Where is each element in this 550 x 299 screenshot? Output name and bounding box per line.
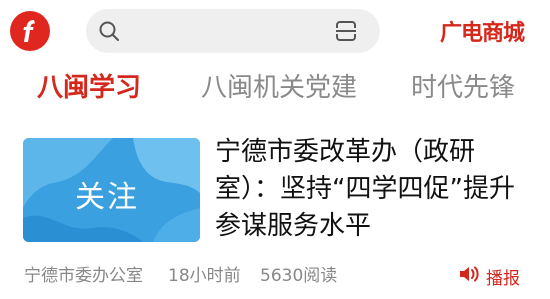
top-bar: 广电商城 [0, 0, 550, 62]
scan-icon[interactable] [334, 20, 358, 42]
article-source: 宁德市委办公室 [24, 266, 143, 286]
broadcast-button[interactable]: 播报 [458, 262, 520, 290]
tab-bamin-study[interactable]: 八闽学习 [37, 68, 141, 108]
article-card[interactable]: 关注 宁德市委改革办（政研室）：坚持“四学四促”提升参谋服务水平 [0, 130, 550, 245]
app-logo-icon[interactable] [10, 11, 50, 51]
broadcast-label: 播报 [486, 268, 520, 289]
tab-bamin-party-building[interactable]: 八闽机关党建 [201, 68, 357, 108]
article-time: 18小时前 [168, 266, 241, 286]
brand-mall-logo[interactable]: 广电商城 [440, 15, 525, 46]
article-reads: 5630阅读 [260, 266, 338, 286]
search-icon [98, 20, 120, 42]
thumbnail-title: 关注 [75, 180, 139, 215]
channel-tabs: 八闽学习 八闽机关党建 时代先锋 [0, 68, 550, 108]
search-bar[interactable] [86, 9, 380, 53]
tab-era-pioneer[interactable]: 时代先锋 [411, 68, 515, 108]
article-title[interactable]: 宁德市委改革办（政研室）：坚持“四学四促”提升参谋服务水平 [215, 134, 535, 245]
article-thumbnail[interactable]: 关注 [23, 138, 200, 242]
article-meta: 宁德市委办公室 18小时前 5630阅读 播报 [0, 262, 550, 290]
speaker-icon [458, 265, 480, 287]
